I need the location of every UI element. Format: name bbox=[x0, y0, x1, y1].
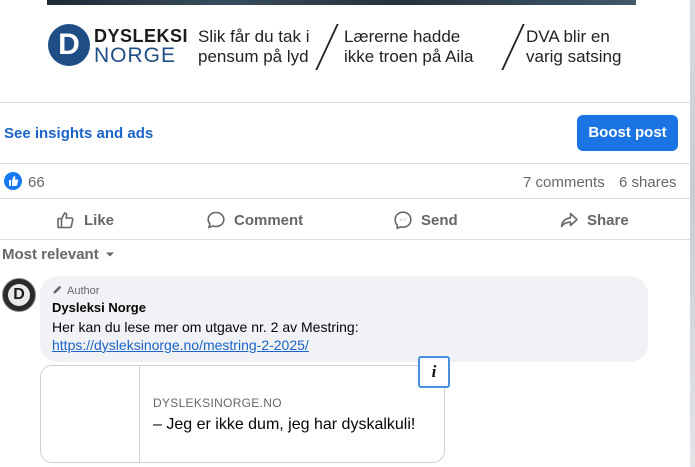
comment-label: Comment bbox=[234, 211, 304, 229]
comments-count-link[interactable]: 7 comments bbox=[523, 174, 605, 191]
shares-count-link[interactable]: 6 shares bbox=[619, 174, 677, 191]
speech-bubble-icon bbox=[206, 210, 226, 230]
send-label: Send bbox=[421, 211, 458, 229]
author-badge-label: Author bbox=[67, 285, 100, 297]
banner-separator bbox=[501, 24, 525, 70]
send-button[interactable]: Send bbox=[393, 205, 458, 235]
like-button[interactable]: Like bbox=[56, 205, 114, 235]
share-arrow-icon bbox=[559, 210, 579, 230]
banner-headline-2: Lærerne hadde ikke troen på Aila bbox=[344, 27, 474, 66]
pencil-icon bbox=[52, 284, 63, 298]
author-badge: Author bbox=[52, 284, 99, 298]
caret-down-icon bbox=[105, 246, 115, 263]
boost-post-button[interactable]: Boost post bbox=[577, 115, 678, 151]
divider bbox=[0, 163, 690, 164]
link-preview-thumbnail bbox=[41, 366, 140, 462]
logo-mark: D bbox=[48, 24, 90, 66]
banner-photo-strip bbox=[47, 0, 636, 5]
see-insights-link[interactable]: See insights and ads bbox=[4, 125, 153, 142]
messenger-icon bbox=[393, 210, 413, 230]
like-reaction-icon[interactable] bbox=[4, 172, 22, 190]
comment-author-name[interactable]: Dysleksi Norge bbox=[52, 300, 146, 315]
info-icon[interactable]: i bbox=[418, 356, 450, 388]
dysleksi-norge-logo: D DYSLEKSI NORGE bbox=[48, 22, 188, 70]
comment-url-link[interactable]: https://dysleksinorge.no/mestring-2-2025… bbox=[52, 337, 309, 353]
logo-text-bottom: NORGE bbox=[94, 44, 177, 67]
comment-sort-dropdown[interactable]: Most relevant bbox=[2, 246, 115, 263]
comment-button[interactable]: Comment bbox=[206, 205, 303, 235]
link-preview-title: – Jeg er ikke dum, jeg har dyskalkuli! bbox=[153, 416, 416, 433]
divider bbox=[0, 198, 690, 199]
window-edge bbox=[690, 0, 695, 467]
banner-headline-3: DVA blir en varig satsing bbox=[526, 27, 622, 66]
post-image-banner[interactable]: D DYSLEKSI NORGE Slik får du tak i pensu… bbox=[0, 0, 690, 102]
like-label: Like bbox=[84, 211, 115, 229]
share-button[interactable]: Share bbox=[559, 205, 629, 235]
banner-separator bbox=[315, 24, 339, 70]
avatar-logo-mark: D bbox=[8, 284, 30, 306]
link-preview-card[interactable]: DYSLEKSINORGE.NO – Jeg er ikke dum, jeg … bbox=[40, 365, 445, 463]
banner-headline-1: Slik får du tak i pensum på lyd bbox=[198, 27, 310, 66]
link-preview-domain: DYSLEKSINORGE.NO bbox=[153, 396, 282, 410]
divider bbox=[0, 239, 690, 240]
avatar[interactable]: D bbox=[2, 278, 36, 312]
sort-label: Most relevant bbox=[2, 246, 99, 263]
comment-text: Her kan du lese mer om utgave nr. 2 av M… bbox=[52, 319, 359, 335]
reaction-count[interactable]: 66 bbox=[28, 174, 45, 191]
share-label: Share bbox=[587, 211, 629, 229]
divider bbox=[0, 102, 690, 103]
comment-bubble: Author Dysleksi Norge Her kan du lese me… bbox=[40, 276, 648, 362]
thumbs-up-icon bbox=[56, 210, 76, 230]
